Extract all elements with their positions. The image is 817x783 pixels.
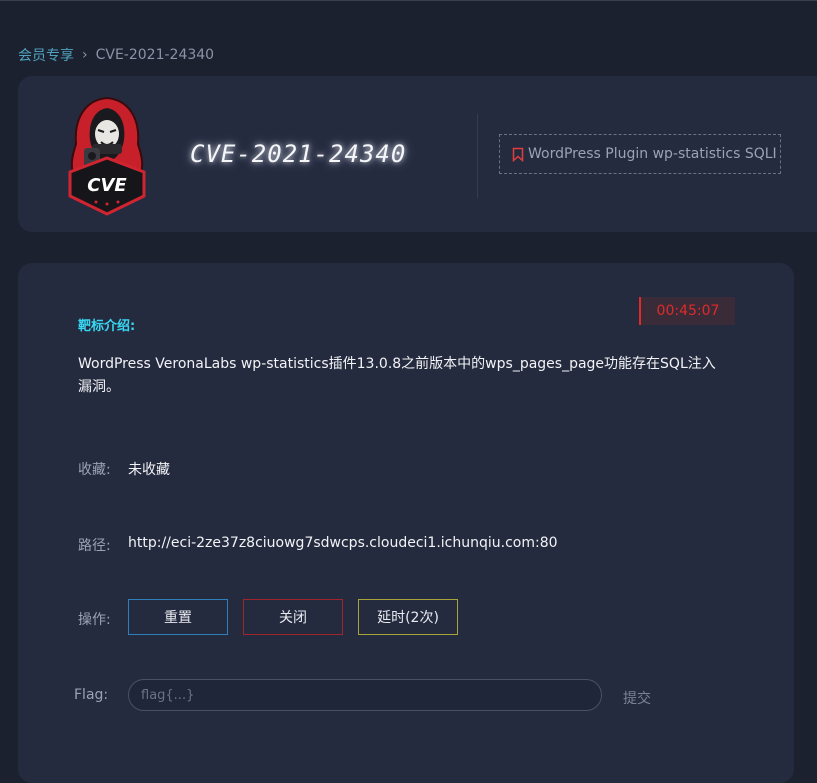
delay-button[interactable]: 延时(2次) xyxy=(358,599,458,635)
cve-logo: CVE xyxy=(68,96,146,216)
chevron-right-icon: › xyxy=(82,47,88,63)
path-label: 路径: xyxy=(78,538,111,554)
flag-label: Flag: xyxy=(74,687,109,703)
close-button[interactable]: 关闭 xyxy=(243,599,343,635)
breadcrumb-current: CVE-2021-24340 xyxy=(95,47,215,63)
challenge-description: WordPress VeronaLabs wp-statistics插件13.0… xyxy=(78,356,716,395)
bookmark-icon xyxy=(512,147,524,162)
header-divider xyxy=(477,114,478,198)
reset-button[interactable]: 重置 xyxy=(128,599,228,635)
flag-input[interactable] xyxy=(128,679,602,711)
challenge-detail-card: 00:45:07 靶标介绍: WordPress VeronaLabs wp-s… xyxy=(18,263,794,783)
favorite-toggle[interactable]: 未收藏 xyxy=(128,459,170,479)
challenge-tag: WordPress Plugin wp-statistics SQLI xyxy=(499,134,781,174)
intro-title: 靶标介绍: xyxy=(78,319,136,334)
operation-label: 操作: xyxy=(78,612,111,628)
challenge-title: CVE-2021-24340 xyxy=(190,140,407,168)
favorite-label: 收藏: xyxy=(78,462,111,478)
tag-label: WordPress Plugin wp-statistics SQLI xyxy=(528,146,777,162)
logo-text: CVE xyxy=(87,175,127,196)
breadcrumb: 会员专享 › CVE-2021-24340 xyxy=(18,45,214,65)
submit-button[interactable]: 提交 xyxy=(623,688,651,708)
challenge-header-card: CVE CVE-2021-24340 WordPress Plugin wp-s… xyxy=(18,76,817,232)
breadcrumb-parent-link[interactable]: 会员专享 xyxy=(18,45,74,65)
target-url-link[interactable]: http://eci-2ze37z8ciuowg7sdwcps.cloudeci… xyxy=(128,535,558,551)
countdown-timer: 00:45:07 xyxy=(639,297,735,325)
